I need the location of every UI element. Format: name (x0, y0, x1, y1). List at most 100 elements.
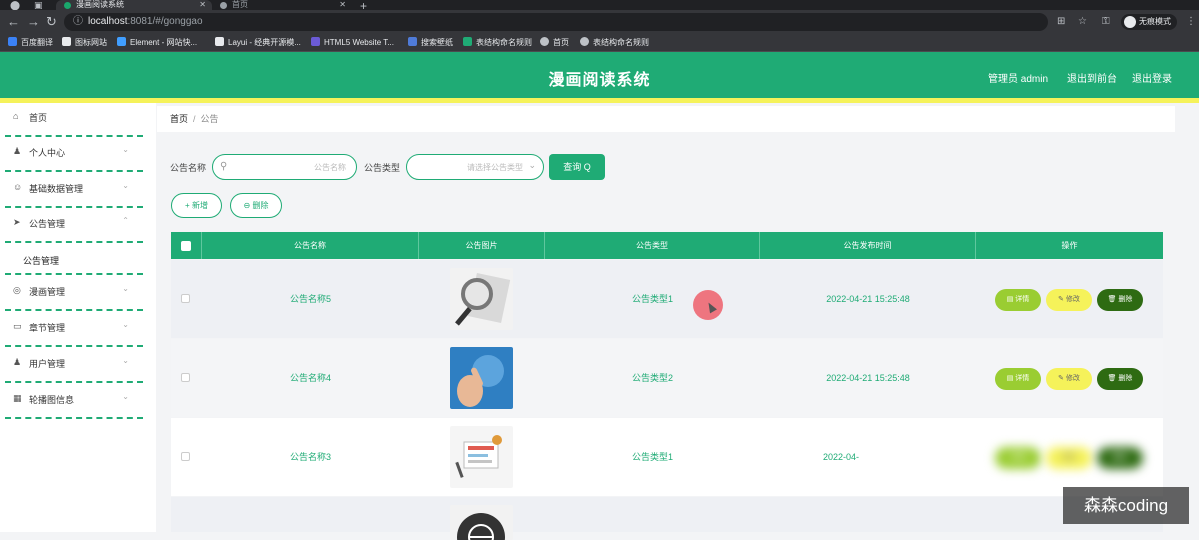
select-all-checkbox[interactable] (181, 241, 191, 251)
table-row: 公告名称3 公告类型1 2022-04-21 15:25:48 详情 修改 删除 (171, 418, 1163, 496)
url-input[interactable]: ⓘ localhost:8081/#/gonggao (64, 13, 1048, 31)
document-icon: ▤ (1006, 296, 1016, 303)
tab-title: 漫画阅读系统 (76, 0, 124, 9)
incognito-profile-button[interactable]: 无痕模式 (1121, 14, 1177, 30)
delete-button[interactable]: 🗑 删除 (1097, 289, 1143, 311)
row-checkbox[interactable] (181, 294, 190, 303)
bookmark-star-icon[interactable]: ☆ (1078, 14, 1087, 30)
bookmarks-bar: 百度翻译 图标网站 Element - 网站快... Layui - 经典开源模… (0, 34, 1199, 52)
bookmark-favicon-icon (580, 37, 589, 46)
sidebar-item-label: 基础数据管理 (29, 184, 84, 194)
key-icon[interactable]: ⚿ (1102, 14, 1110, 30)
delete-button[interactable]: 删除 (1097, 447, 1143, 469)
browser-tab-active[interactable]: 漫画阅读系统 ✕ (56, 0, 212, 10)
cell-type: 公告类型2 (631, 373, 673, 383)
back-to-front-link[interactable]: 退出到前台 (1067, 70, 1117, 85)
chevron-up-icon: ⌃ (122, 216, 129, 225)
watermark: 森森coding (1063, 487, 1189, 524)
address-bar-row: ← → ↻ ⓘ localhost:8081/#/gonggao ⊞ ☆ ⚿ 无… (0, 10, 1199, 34)
edit-button[interactable]: ✎ 修改 (1046, 289, 1092, 311)
sidebar-item-chapter[interactable]: ▭ 章节管理 ⌄ (5, 313, 143, 347)
cell-time: 2022-04-21 15:25:48 (823, 452, 860, 462)
chevron-down-icon: ⌄ (122, 284, 129, 293)
detail-button[interactable]: ▤ 详情 (995, 289, 1041, 311)
url-host: localhost (88, 16, 128, 27)
table-row (171, 497, 1163, 540)
search-type-select[interactable]: 请选择公告类型 ⌄ (406, 154, 544, 180)
bookmark-label: 首页 (553, 38, 569, 47)
site-info-icon[interactable]: ⓘ (73, 13, 83, 31)
bookmark-item[interactable]: 表结构命名规则 (580, 34, 649, 52)
sidebar-item-home[interactable]: ⌂ 首页 (5, 103, 143, 137)
sidebar-subitem-announcement[interactable]: 公告管理 (5, 241, 143, 275)
cell-type: 公告类型1 (631, 452, 673, 462)
announcement-image (450, 268, 513, 330)
search-name-input[interactable]: ⚲ 公告名称 (212, 154, 357, 180)
tab-title: 首页 (232, 0, 248, 9)
search-icon: ⚲ (220, 161, 228, 172)
sidebar-item-label: 漫画管理 (29, 287, 66, 297)
home-icon: ⌂ (13, 111, 19, 121)
chevron-down-icon: ⌄ (122, 181, 129, 190)
column-header: 操作 (1061, 241, 1078, 250)
select-all-cell (171, 232, 202, 259)
trash-icon: 🗑 (1107, 375, 1119, 382)
reload-icon[interactable]: ↻ (46, 13, 57, 31)
query-button[interactable]: 查询 Q (549, 154, 605, 180)
detail-label: 详情 (1011, 454, 1025, 461)
sidebar-item-user[interactable]: ♟ 用户管理 ⌄ (5, 349, 143, 383)
bookmark-label: 搜索壁纸 (421, 38, 453, 47)
translate-icon[interactable]: ⊞ (1057, 14, 1065, 30)
back-icon[interactable]: ← (7, 13, 20, 31)
search-name-label: 公告名称 (170, 163, 207, 173)
chevron-down-icon: ⌄ (122, 145, 129, 154)
bookmark-item[interactable]: 搜索壁纸 (408, 34, 453, 52)
sidebar-item-label: 用户管理 (29, 359, 66, 369)
settings-icon: ☺ (13, 182, 23, 192)
detail-button[interactable]: 详情 (995, 447, 1041, 469)
bookmark-item[interactable]: HTML5 Website T... (311, 34, 394, 52)
detail-button[interactable]: ▤ 详情 (995, 368, 1041, 390)
bookmark-favicon-icon (117, 37, 126, 46)
finger-touch-icon (450, 347, 513, 409)
bookmark-item[interactable]: 百度翻译 (8, 34, 53, 52)
forward-icon[interactable]: → (27, 13, 40, 31)
browser-tab-inactive[interactable]: 首页 ✕ (212, 0, 352, 10)
sidebar-item-carousel[interactable]: ▦ 轮播图信息 ⌄ (5, 385, 143, 419)
browser-more-icon[interactable]: ⋮ (1186, 14, 1196, 30)
incognito-avatar-icon (1124, 16, 1136, 28)
document-icon: ▤ (1006, 375, 1016, 382)
monitor-icon: ▭ (13, 321, 22, 331)
delete-button[interactable]: 🗑 删除 (1097, 368, 1143, 390)
announcement-image (450, 347, 513, 409)
bookmark-item[interactable]: Element - 网站快... (117, 34, 197, 52)
sidebar-item-comic[interactable]: ◎ 漫画管理 ⌄ (5, 277, 143, 311)
bookmark-item[interactable]: 图标网站 (62, 34, 107, 52)
cell-name: 公告名称3 (289, 452, 331, 462)
bookmark-item[interactable]: 表结构命名规则 (463, 34, 532, 52)
sidebar-item-basic-data[interactable]: ☺ 基础数据管理 ⌄ (5, 174, 143, 208)
tab-search-icon[interactable]: ▣ (34, 0, 43, 10)
sidebar-item-personal-center[interactable]: ♟ 个人中心 ⌄ (5, 138, 143, 172)
tab-close-icon[interactable]: ✕ (339, 0, 346, 10)
sidebar-item-announcement[interactable]: ➤ 公告管理 ⌃ (5, 209, 143, 243)
add-button[interactable]: + 新增 (171, 193, 222, 218)
browser-menu-icon[interactable]: ⬤ (10, 0, 20, 10)
tab-favicon-icon (220, 2, 227, 9)
table-row: 公告名称4 公告类型2 2022-04-21 15:25:48 ▤ 详情 ✎ 修… (171, 339, 1163, 417)
row-checkbox[interactable] (181, 452, 190, 461)
edit-button[interactable]: 修改 (1046, 447, 1092, 469)
send-icon: ➤ (13, 217, 21, 227)
bookmark-item[interactable]: 首页 (540, 34, 569, 52)
chevron-down-icon: ⌄ (122, 320, 129, 329)
sidebar: ⌂ 首页 ♟ 个人中心 ⌄ ☺ 基础数据管理 ⌄ ➤ 公告管理 ⌃ 公告管理 ◎… (0, 103, 156, 532)
bookmark-favicon-icon (463, 37, 472, 46)
row-checkbox[interactable] (181, 373, 190, 382)
bookmark-item[interactable]: Layui - 经典开源模... (215, 34, 301, 52)
edit-button[interactable]: ✎ 修改 (1046, 368, 1092, 390)
logout-link[interactable]: 退出登录 (1132, 70, 1172, 85)
image-icon: ▦ (13, 393, 22, 403)
batch-delete-button[interactable]: ⊖ 删除 (230, 193, 282, 218)
tab-close-icon[interactable]: ✕ (199, 0, 206, 10)
breadcrumb-home[interactable]: 首页 (170, 114, 188, 124)
